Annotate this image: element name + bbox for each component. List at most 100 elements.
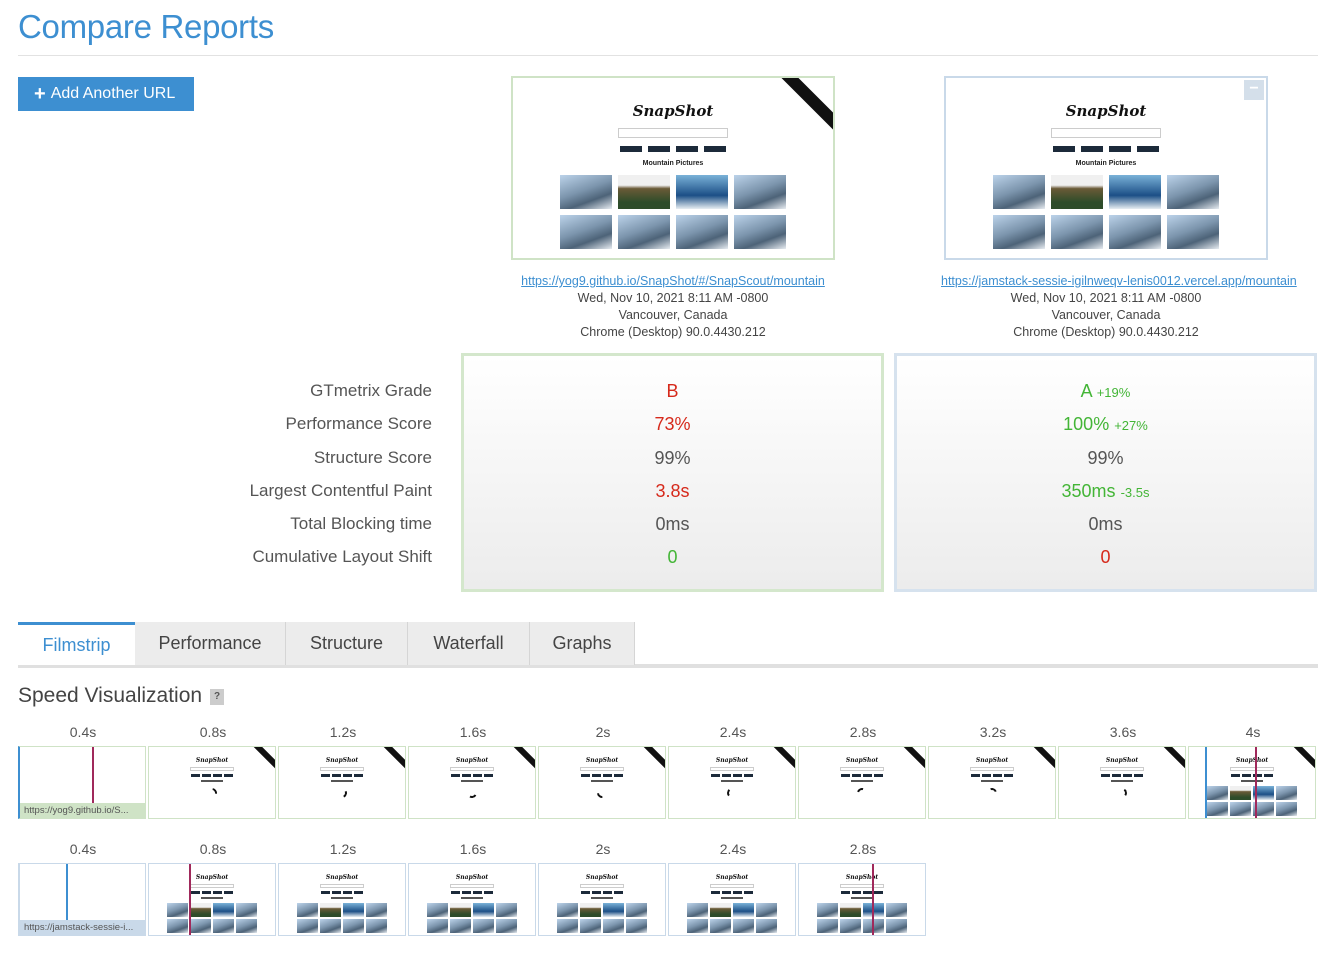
frame-buttons [409,891,535,894]
thumb-image-grid [946,175,1266,249]
frame-subtitle [331,897,353,899]
snapshot-logo: SnapShot [1065,102,1147,120]
filmstrip-frame: 2.4s SnapShot [668,841,798,936]
report-url-link-b[interactable]: https://jamstack-sessie-igilnweqv-lenis0… [941,274,1297,288]
frame-screenshot[interactable]: SnapShot [278,863,406,936]
report-thumbnail-b[interactable]: − SnapShot Mountain Pictures [944,76,1268,260]
frame-time-label: 0.8s [199,724,227,740]
frame-buttons [929,774,1055,777]
snapshot-logo: SnapShot [1105,757,1139,764]
frame-screenshot[interactable]: SnapShot [668,863,796,936]
filmstrip-frame: 0.8s SnapShot [148,724,278,819]
frame-time-label: 1.2s [329,841,357,857]
frame-screenshot[interactable]: SnapShot [538,863,666,936]
frame-screenshot[interactable]: SnapShot [928,746,1056,819]
frame-time-label: 1.2s [329,724,357,740]
frame-subtitle [201,897,223,899]
tbt-value-a: 0ms [655,514,690,535]
filmstrip-frame: 4s SnapShot [1188,724,1318,819]
report-thumbnail-a[interactable]: SnapShot Mountain Pictures [511,76,835,260]
frame-buttons [669,774,795,777]
frame-screenshot[interactable]: SnapShot [148,863,276,936]
snapshot-logo: SnapShot [195,757,229,764]
lcp-value-b: 350ms [1061,480,1116,501]
frame-image-grid [279,903,405,933]
cls-value-a: 0 [667,547,678,568]
report-url-link-a[interactable]: https://yog9.github.io/SnapShot/#/SnapSc… [508,274,838,288]
frame-screenshot[interactable]: SnapShot [408,746,536,819]
report-date-a: Wed, Nov 10, 2021 8:11 AM -0800 [577,291,769,305]
label-performance-score: Performance Score [285,414,432,434]
frame-time-label: 2.4s [719,724,747,740]
frame-screenshot[interactable]: SnapShot [798,863,926,936]
marker-line [872,864,874,935]
frame-screenshot[interactable]: SnapShot [1058,746,1186,819]
page-title: Compare Reports [18,8,274,45]
add-another-url-button[interactable]: + Add Another URL [18,77,194,111]
tab-performance[interactable]: Performance [135,622,286,665]
thumb-buttons [946,146,1266,152]
frame-image-grid [669,903,795,933]
loading-spinner-icon [1116,787,1128,799]
filmstrip-frame: 1.2s SnapShot [278,724,408,819]
frame-search-box [710,884,754,888]
tab-structure[interactable]: Structure [286,622,408,665]
filmstrip-frame: 0.4s https://jamstack-sessie-i... [18,841,148,936]
snapshot-logo: SnapShot [585,874,619,881]
performance-value-b: 100% [1063,414,1110,435]
frame-buttons [149,774,275,777]
frame-time-label: 4s [1245,724,1261,740]
snapshot-logo: SnapShot [1235,757,1269,764]
cls-value-b: 0 [1100,547,1111,568]
speed-visualization-title: Speed Visualization [18,684,203,707]
frame-screenshot[interactable]: SnapShot [1188,746,1316,819]
snapshot-logo: SnapShot [195,874,229,881]
frame-search-box [1230,767,1274,771]
add-url-label: Add Another URL [50,85,176,102]
structure-value-a: 99% [654,447,691,468]
snapshot-logo: SnapShot [845,874,879,881]
help-icon[interactable]: ? [210,689,224,705]
report-header-b: − SnapShot Mountain Pictures https://jam… [941,76,1297,339]
tab-waterfall[interactable]: Waterfall [408,622,530,665]
frame-search-box [840,884,884,888]
frame-screenshot[interactable]: SnapShot [538,746,666,819]
frame-buttons [799,774,925,777]
snapshot-logo: SnapShot [715,757,749,764]
frame-image-grid [149,903,275,933]
tab-filmstrip[interactable]: Filmstrip [18,622,135,665]
frame-subtitle [851,780,873,782]
frame-subtitle [1111,780,1133,782]
frame-image-grid [409,903,535,933]
frame-screenshot[interactable]: SnapShot [798,746,926,819]
filmstrip-frame: 0.8s SnapShot [148,841,278,936]
snapshot-logo: SnapShot [632,102,714,120]
filmstrip-frame: 1.6s SnapShot [408,724,538,819]
frame-screenshot[interactable]: SnapShot [278,746,406,819]
marker-line [1255,747,1257,818]
tab-graphs[interactable]: Graphs [530,622,635,665]
frame-screenshot[interactable]: SnapShot [408,863,536,936]
metrics-card-a: B 73% 99% 3.8s 0ms 0 [461,353,884,592]
filmstrip-frame: 3.6s SnapShot [1058,724,1188,819]
frame-screenshot[interactable]: SnapShot [668,746,796,819]
snapshot-logo: SnapShot [585,757,619,764]
compare-reports-page: { "page": {"title": "Compare Reports"}, … [0,0,1341,957]
frame-search-box [190,767,234,771]
loading-spinner-icon [726,787,738,799]
remove-report-button[interactable]: − [1244,80,1264,100]
performance-value-a: 73% [654,414,691,435]
filmstrip-frame: 3.2s SnapShot [928,724,1058,819]
frame-time-label: 2.8s [849,841,877,857]
frame-subtitle [461,780,483,782]
frame-screenshot[interactable]: SnapShot [148,746,276,819]
frame-search-box [580,884,624,888]
thumb-search-box [618,128,728,138]
grade-delta-b: +19% [1096,385,1131,400]
frame-screenshot[interactable]: https://yog9.github.io/S... [18,746,146,819]
performance-row-b: 100% +27% [897,411,1314,444]
frame-screenshot[interactable]: https://jamstack-sessie-i... [18,863,146,936]
frame-search-box [450,767,494,771]
report-browser-a: Chrome (Desktop) 90.0.4430.212 [580,325,766,339]
frame-subtitle [851,897,873,899]
